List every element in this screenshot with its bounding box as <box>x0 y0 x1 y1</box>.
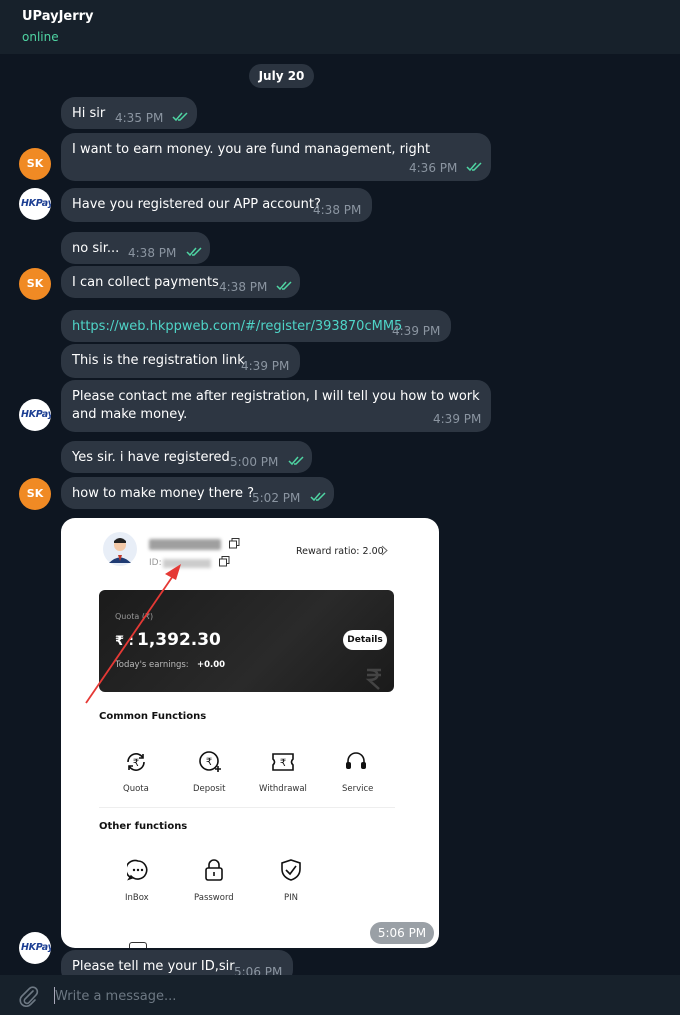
message-time: 4:39 PM <box>241 359 290 373</box>
composer: Write a message... <box>0 975 680 1015</box>
date-divider: July 20 <box>249 64 314 88</box>
other-functions-title: Other functions <box>99 821 188 832</box>
image-message[interactable]: ID: Reward ratio: 2.00 Quota (₹) ₹ : 1,3… <box>61 518 439 948</box>
svg-text:₹: ₹ <box>280 758 286 769</box>
message-time: 4:38 PM <box>128 246 177 260</box>
contact-avatar[interactable]: HKPay <box>19 188 51 220</box>
reward-ratio: Reward ratio: 2.00 <box>296 546 384 557</box>
deposit-icon[interactable]: ₹ <box>198 750 222 774</box>
quota-icon[interactable]: ₹ <box>124 750 148 774</box>
inbox-label: InBox <box>125 893 149 903</box>
message-bubble[interactable]: Please tell me your ID,sir 5:06 PM <box>61 950 293 975</box>
attach-paperclip-icon[interactable] <box>18 985 40 1007</box>
rupee-watermark-icon <box>365 668 381 690</box>
registration-link[interactable]: https://web.hkppweb.com/#/register/39387… <box>72 319 402 334</box>
chat-title: UPayJerry <box>22 9 94 24</box>
user-avatar[interactable]: SK <box>19 268 51 300</box>
pin-shield-icon[interactable] <box>280 858 302 882</box>
common-functions-title: Common Functions <box>99 711 207 722</box>
hkpay-logo: HKPay <box>21 409 51 420</box>
divider <box>99 807 395 808</box>
hkpay-logo: HKPay <box>21 942 51 953</box>
read-ticks-icon <box>310 492 326 502</box>
message-time: 5:00 PM <box>230 455 279 469</box>
inbox-chat-icon[interactable] <box>127 859 149 881</box>
contact-avatar[interactable]: HKPay <box>19 932 51 964</box>
image-time: 5:06 PM <box>370 922 434 944</box>
message-bubble[interactable]: Yes sir. i have registered 5:00 PM <box>61 441 312 473</box>
earnings-value: +0.00 <box>197 660 226 670</box>
message-input[interactable]: Write a message... <box>55 989 176 1004</box>
message-text: Please contact me after registration, I … <box>72 389 480 422</box>
message-bubble[interactable]: Please contact me after registration, I … <box>61 380 491 432</box>
message-bubble[interactable]: how to make money there ? 5:02 PM <box>61 477 334 509</box>
message-text: how to make money there ? <box>72 486 255 501</box>
message-time: 4:39 PM <box>392 324 441 338</box>
message-time: 4:35 PM <box>115 111 164 125</box>
message-time: 4:39 PM <box>433 412 482 426</box>
read-ticks-icon <box>276 281 292 291</box>
chevron-right-icon[interactable] <box>381 545 388 556</box>
user-avatar[interactable]: SK <box>19 478 51 510</box>
pin-label: PIN <box>284 893 298 903</box>
message-time: 4:38 PM <box>313 203 362 217</box>
message-bubble[interactable]: https://web.hkppweb.com/#/register/39387… <box>61 310 451 342</box>
read-ticks-icon <box>288 456 304 466</box>
service-headset-icon[interactable] <box>344 750 368 774</box>
read-ticks-icon <box>186 247 202 257</box>
message-bubble[interactable]: I can collect payments 4:38 PM <box>61 266 300 298</box>
message-text: no sir... <box>72 241 120 256</box>
copy-icon[interactable] <box>229 538 240 549</box>
message-text: Have you registered our APP account? <box>72 197 321 212</box>
message-bubble[interactable]: no sir... 4:38 PM <box>61 232 210 264</box>
password-lock-icon[interactable] <box>203 858 225 882</box>
message-time: 5:02 PM <box>252 491 301 505</box>
withdrawal-label: Withdrawal <box>259 784 307 794</box>
read-ticks-icon <box>172 112 188 122</box>
message-text: Please tell me your ID,sir <box>72 959 235 974</box>
message-text: I want to earn money. you are fund manag… <box>72 142 431 157</box>
chat-header[interactable]: UPayJerry online <box>0 0 680 54</box>
message-text: This is the registration link <box>72 353 245 368</box>
hkpay-logo: HKPay <box>21 198 51 209</box>
contact-avatar[interactable]: HKPay <box>19 399 51 431</box>
withdrawal-icon[interactable]: ₹ <box>271 751 295 773</box>
deposit-label: Deposit <box>193 784 226 794</box>
message-bubble[interactable]: Hi sir 4:35 PM <box>61 97 197 129</box>
message-bubble[interactable]: I want to earn money. you are fund manag… <box>61 133 491 181</box>
user-avatar[interactable]: SK <box>19 148 51 180</box>
svg-text:₹: ₹ <box>133 758 139 769</box>
message-bubble[interactable]: This is the registration link 4:39 PM <box>61 344 300 378</box>
chat-status: online <box>22 30 59 44</box>
message-time: 4:38 PM <box>219 280 268 294</box>
message-text: Hi sir <box>72 106 106 121</box>
copy-icon[interactable] <box>219 556 230 567</box>
message-bubble[interactable]: Have you registered our APP account? 4:3… <box>61 188 372 222</box>
message-text: Yes sir. i have registered <box>72 450 230 465</box>
read-ticks-icon <box>466 162 482 172</box>
service-label: Service <box>342 784 374 794</box>
message-time: 4:36 PM <box>409 161 458 175</box>
password-label: Password <box>194 893 234 903</box>
details-button[interactable]: Details <box>343 630 387 650</box>
red-arrow-annotation <box>85 564 181 704</box>
quota-label-item: Quota <box>123 784 149 794</box>
message-time: 5:06 PM <box>234 965 283 975</box>
message-text: I can collect payments <box>72 275 219 290</box>
svg-text:₹: ₹ <box>206 757 212 768</box>
partial-icon <box>129 942 147 948</box>
